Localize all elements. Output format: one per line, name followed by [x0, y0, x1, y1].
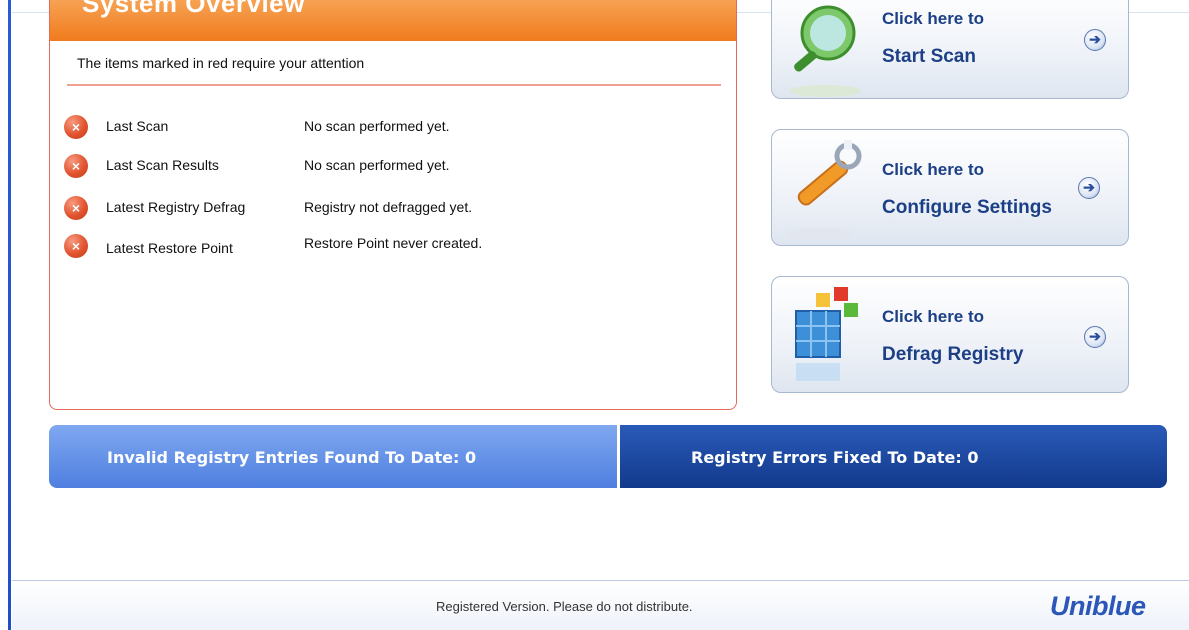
window-left-border [0, 0, 12, 630]
configure-settings-button[interactable]: Click here to Configure Settings ➔ [771, 129, 1129, 246]
status-value: No scan performed yet. [304, 118, 450, 134]
arrow-right-icon: ➔ [1084, 326, 1106, 348]
start-scan-label: Start Scan [882, 46, 976, 67]
status-row-last-scan-results: × Last Scan Results No scan performed ye… [64, 152, 714, 182]
status-row-registry-defrag: × Latest Registry Defrag Registry not de… [64, 194, 714, 224]
registry-cubes-icon [795, 287, 858, 381]
configure-settings-label: Configure Settings [882, 197, 1052, 218]
overview-title: System Overview [82, 0, 305, 18]
registration-notice: Registered Version. Please do not distri… [436, 599, 693, 614]
wrench-icon [786, 140, 862, 240]
status-label: Latest Restore Point [106, 240, 233, 256]
defrag-registry-label: Defrag Registry [882, 344, 1024, 365]
footer: Registered Version. Please do not distri… [12, 581, 1189, 630]
arrow-right-icon: ➔ [1078, 177, 1100, 199]
status-label: Last Scan Results [106, 157, 219, 173]
status-value: Restore Point never created. [304, 235, 483, 251]
status-row-restore-point: × Latest Restore Point Restore Point nev… [64, 232, 714, 262]
overview-header: System Overview [50, 0, 736, 41]
status-value: No scan performed yet. [304, 157, 450, 173]
start-scan-line1: Click here to [882, 9, 985, 28]
invalid-entries-counter: Invalid Registry Entries Found To Date: … [49, 425, 617, 488]
attention-notice: The items marked in red require your att… [77, 55, 365, 71]
errors-fixed-counter: Registry Errors Fixed To Date: 0 [620, 425, 1167, 488]
defrag-registry-button[interactable]: Click here to Defrag Registry ➔ [771, 276, 1129, 393]
defrag-registry-line1: Click here to [882, 307, 985, 326]
arrow-right-icon: ➔ [1084, 29, 1106, 51]
overview-divider [67, 84, 721, 86]
error-icon: × [64, 196, 88, 220]
error-icon: × [64, 154, 88, 178]
status-value: Registry not defragged yet. [304, 199, 473, 215]
magnifier-icon [789, 5, 861, 97]
error-icon: × [64, 234, 88, 258]
configure-settings-line1: Click here to [882, 160, 985, 179]
system-overview-panel: System Overview The items marked in red … [49, 0, 737, 410]
invalid-entries-text: Invalid Registry Entries Found To Date: … [107, 448, 477, 467]
error-icon: × [64, 115, 88, 139]
status-label: Last Scan [106, 118, 169, 134]
status-label: Latest Registry Defrag [106, 199, 246, 215]
errors-fixed-text: Registry Errors Fixed To Date: 0 [691, 448, 979, 467]
start-scan-button[interactable]: Click here to Start Scan ➔ [771, 0, 1129, 99]
status-row-last-scan: × Last Scan No scan performed yet. [64, 113, 714, 143]
uniblue-logo: Uniblue [1050, 591, 1146, 621]
